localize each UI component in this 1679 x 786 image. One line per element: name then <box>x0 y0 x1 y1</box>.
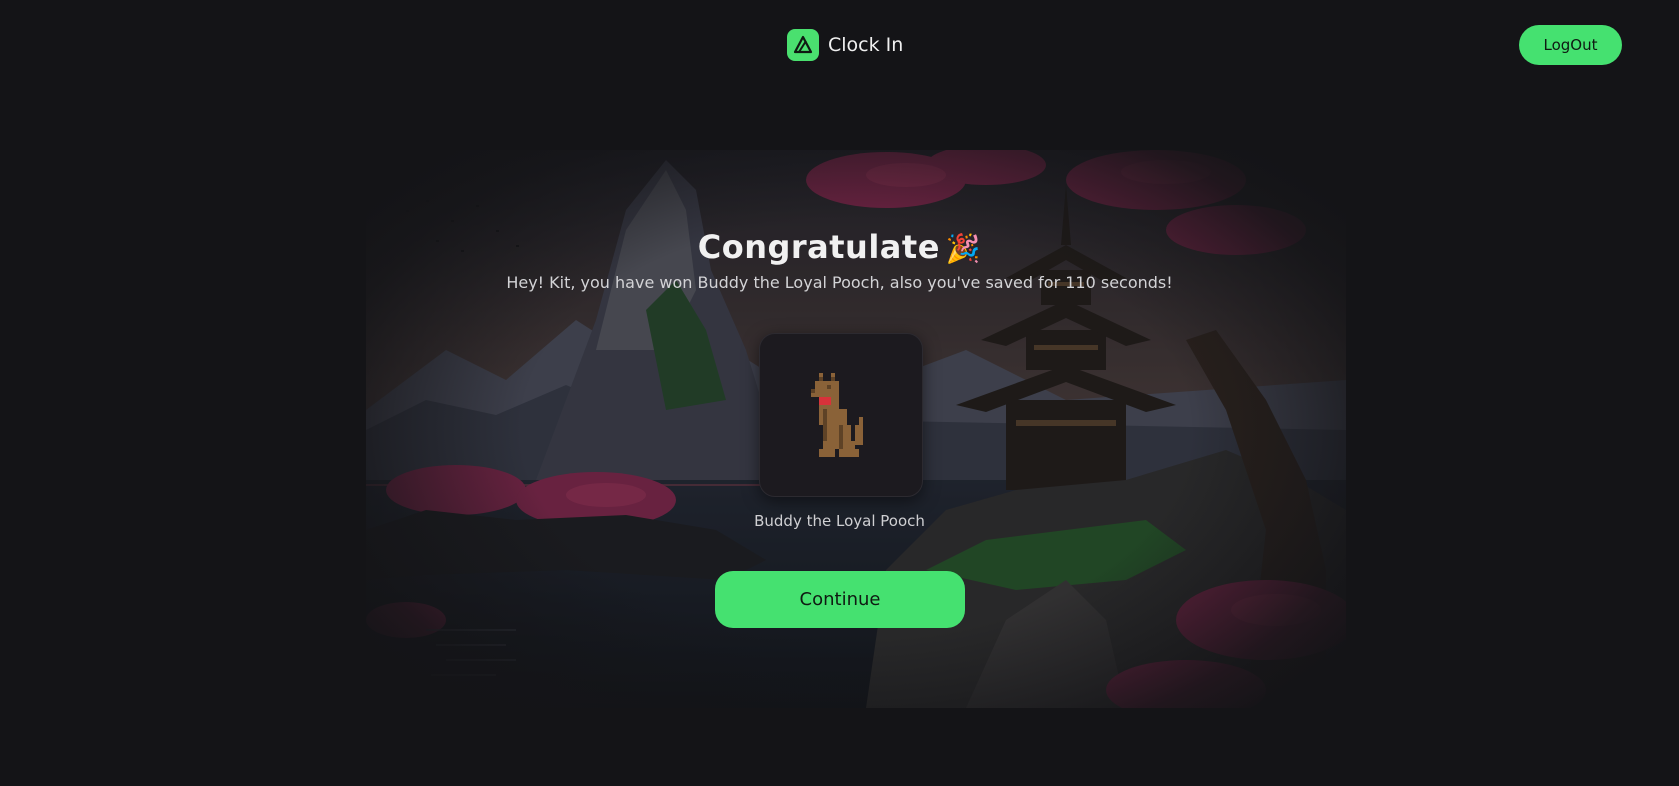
brand: Clock In <box>787 29 903 61</box>
page: Clock In LogOut Congratulate 🎉 Hey! Kit,… <box>0 0 1679 786</box>
continue-button[interactable]: Continue <box>715 571 965 628</box>
logout-button[interactable]: LogOut <box>1519 25 1622 65</box>
app-title: Clock In <box>828 34 904 56</box>
app-logo-icon <box>787 29 819 61</box>
